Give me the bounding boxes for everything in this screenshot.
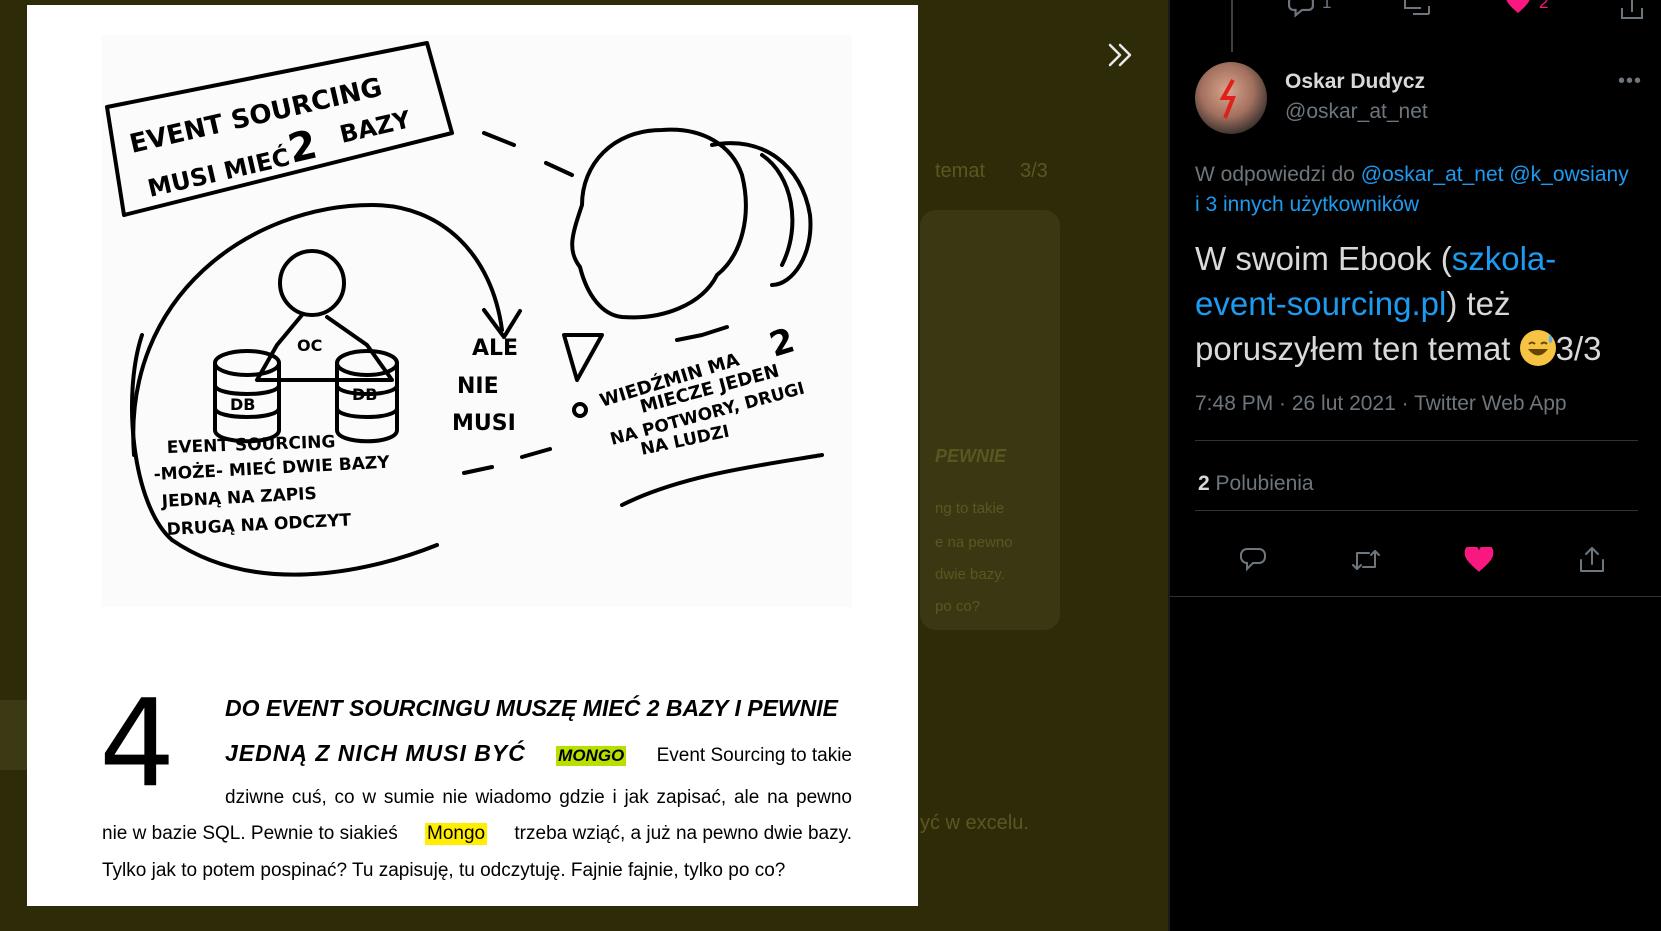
- likes-summary[interactable]: 2 Polubienia: [1198, 472, 1314, 496]
- more-icon[interactable]: •••: [1618, 70, 1642, 93]
- divider: [1170, 596, 1661, 597]
- body-text: Event Sourcing to takie: [656, 745, 852, 766]
- reply-icon: [1240, 548, 1266, 572]
- likes-count: 2: [1198, 472, 1210, 495]
- author-handle[interactable]: @oskar_at_net: [1285, 100, 1428, 124]
- reply-prefix: W odpowiedzi do: [1195, 163, 1355, 186]
- drawing-text: DB: [230, 395, 255, 414]
- divider: [1195, 510, 1638, 511]
- share-icon: [1621, 0, 1643, 19]
- reply-user-link[interactable]: @k_owsiany: [1509, 163, 1628, 186]
- reply-others-link[interactable]: i 3 innych użytkowników: [1195, 193, 1419, 216]
- body-text: Tylko jak to potem pospinać? Tu zapisuję…: [102, 860, 786, 881]
- sketch-drawing: EVENT SOURCING MUSI MIEĆ 2 BAZY DB DB OC…: [102, 35, 852, 607]
- avatar-mark: [1219, 79, 1236, 119]
- reply-user-link[interactable]: @oskar_at_net: [1361, 163, 1504, 186]
- ghost-text: dwie bazy.: [935, 566, 1005, 583]
- heart-icon: [1464, 547, 1494, 572]
- drawing-text: DB: [352, 385, 377, 404]
- body-text: trzeba wziąć, a już na pewno dwie bazy.: [514, 823, 852, 844]
- author-name[interactable]: Oskar Dudycz: [1285, 70, 1425, 94]
- tweet-text-end: 3/3: [1555, 330, 1602, 367]
- mongo-badge: MONGO: [556, 746, 627, 766]
- text-line-4: nie w bazie SQL. Pewnie to siakieś Mongo…: [102, 823, 852, 845]
- ghost-strip: [0, 700, 30, 770]
- heading-line-1: DO EVENT SOURCINGU MUSZĘ MIEĆ 2 BAZY I P…: [225, 695, 838, 721]
- tweet-text-start: W swoim Ebook (: [1195, 240, 1452, 277]
- body-text: dziwne cuś, co w sumie nie wiadomo gdzie…: [225, 787, 852, 808]
- ghost-text: PEWNIE: [935, 446, 1007, 466]
- ghost-text: e na pewno: [935, 534, 1013, 551]
- tweet-image[interactable]: EVENT SOURCING MUSI MIEĆ 2 BAZY DB DB OC…: [27, 5, 918, 906]
- tweet-actions: [1195, 535, 1638, 585]
- retweet-button[interactable]: [1341, 535, 1391, 585]
- expand-panel-button[interactable]: [1095, 30, 1145, 80]
- chevrons-right-icon: [1108, 43, 1132, 67]
- text-line-2: JEDNĄ Z NICH MUSI BYĆ MONGO Event Sourci…: [225, 740, 852, 767]
- drawing-text: NIE: [457, 374, 499, 399]
- body-text: nie w bazie SQL. Pewnie to siakieś: [102, 823, 398, 844]
- tweet-meta[interactable]: 7:48 PM · 26 lut 2021 · Twitter Web App: [1195, 392, 1567, 416]
- prev-reply-button[interactable]: 1: [1288, 0, 1331, 22]
- divider: [1195, 440, 1638, 441]
- prev-share-button[interactable]: [1620, 0, 1644, 22]
- heading-line-2: JEDNĄ Z NICH MUSI BYĆ: [225, 740, 526, 766]
- like-button[interactable]: [1454, 535, 1504, 585]
- ghost-text: yć w excelu.: [920, 812, 1029, 834]
- mongo-highlight: Mongo: [425, 823, 488, 845]
- reply-count: 1: [1322, 0, 1332, 12]
- tweet-text: W swoim Ebook (szkola-event-sourcing.pl)…: [1195, 236, 1645, 371]
- thread-connector: [1231, 0, 1233, 52]
- sweat-smile-emoji: [1519, 330, 1556, 366]
- panel-divider: [1168, 0, 1170, 931]
- chapter-number: 4: [99, 675, 176, 814]
- reply-context: W odpowiedzi do @oskar_at_net @k_owsiany…: [1195, 160, 1645, 220]
- retweet-icon: [1352, 550, 1380, 570]
- drawing-text: ALE: [472, 336, 518, 361]
- ghost-text: ng to takie: [935, 500, 1005, 517]
- retweet-icon: [1404, 0, 1430, 15]
- media-viewer: temat 3/3 PEWNIE ng to takie e na pewno …: [0, 0, 1661, 931]
- avatar[interactable]: [1195, 62, 1267, 134]
- prev-retweet-button[interactable]: [1403, 0, 1431, 22]
- share-button[interactable]: [1567, 535, 1617, 585]
- drawing-text: OC: [297, 336, 322, 355]
- ghost-text: 3/3: [1020, 160, 1048, 182]
- ghost-text: po co?: [935, 598, 981, 615]
- drawing-text: MUSI: [452, 411, 516, 436]
- tweet-detail-panel: [1170, 0, 1661, 931]
- heart-icon: [1506, 0, 1530, 13]
- likes-label: Polubienia: [1215, 472, 1314, 495]
- reply-button[interactable]: [1228, 535, 1278, 585]
- prev-like-button[interactable]: 2: [1505, 0, 1548, 22]
- share-icon: [1580, 547, 1604, 572]
- reply-icon: [1288, 0, 1314, 18]
- ghost-text: temat: [935, 160, 986, 182]
- like-count: 2: [1539, 0, 1549, 12]
